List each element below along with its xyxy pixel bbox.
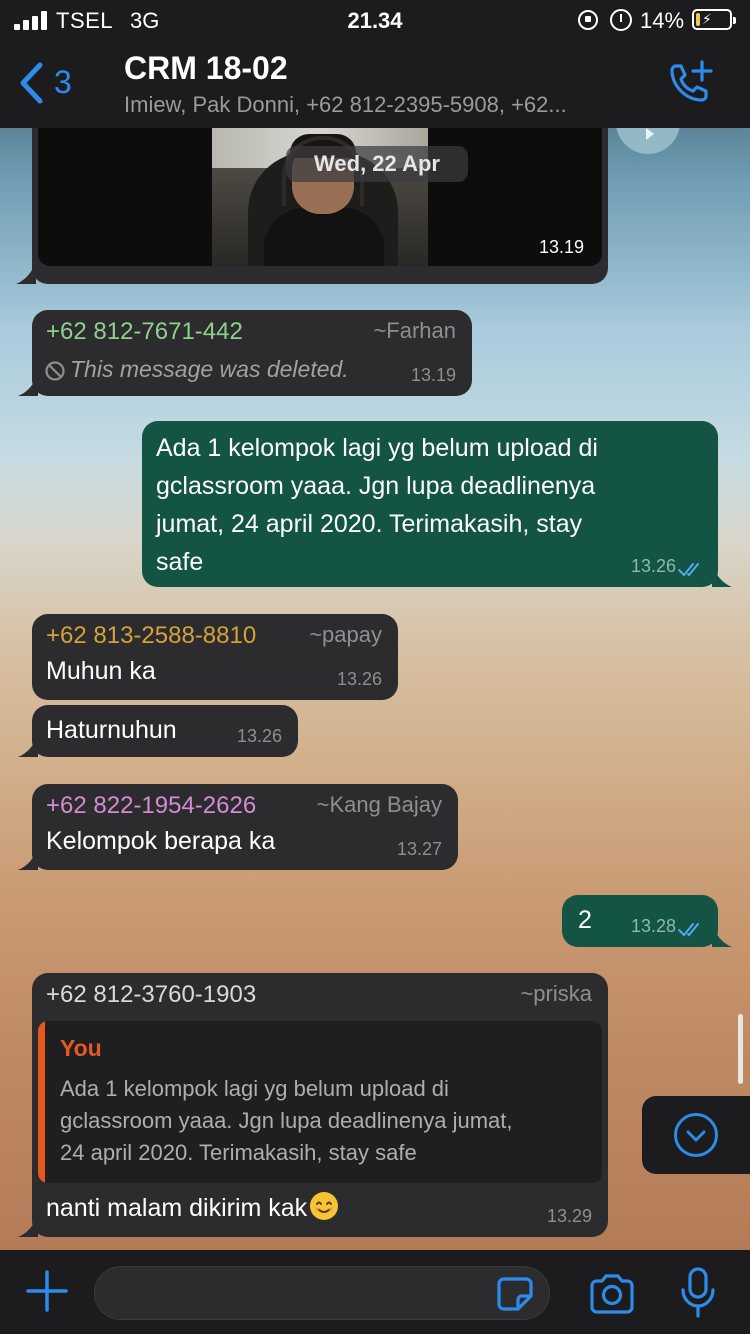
sender-number[interactable]: +62 822-1954-2626: [46, 792, 256, 820]
unread-count: 3: [54, 64, 72, 100]
quote-line: gclassroom yaaa. Jgn lupa deadlinenya ju…: [60, 1108, 513, 1133]
sender-alias: ~priska: [520, 981, 592, 1006]
quote-bar: [38, 1021, 45, 1183]
deleted-message[interactable]: +62 812-7671-442 ~Farhan This message wa…: [18, 310, 472, 396]
battery-level-fill: [696, 13, 701, 26]
sender-number[interactable]: +62 812-7671-442: [46, 318, 243, 346]
outgoing-message[interactable]: 2 13.28: [562, 895, 732, 947]
message-input[interactable]: [94, 1266, 550, 1320]
sticker-icon[interactable]: [496, 1276, 534, 1312]
message-time: 13.26: [336, 669, 382, 689]
message-time: 13.29: [546, 1206, 592, 1226]
sender-alias: ~Farhan: [373, 318, 456, 343]
message-time: 13.28: [630, 916, 676, 936]
bubble-tail: [712, 925, 732, 947]
camera-icon[interactable]: [588, 1272, 636, 1316]
message-text-content: nanti malam dikirim kak: [46, 1194, 308, 1222]
message-text: Muhun ka: [46, 657, 156, 685]
microphone-icon[interactable]: [678, 1266, 718, 1320]
sender-alias: ~papay: [309, 622, 382, 647]
scroll-to-bottom-button[interactable]: [642, 1096, 750, 1174]
add-call-icon[interactable]: [664, 60, 714, 108]
message-line: gclassroom yaaa. Jgn lupa deadlinenya: [156, 472, 596, 500]
message-text: nanti malam dikirim kak: [46, 1189, 339, 1227]
chevron-down-icon: [674, 1113, 718, 1157]
chat-title[interactable]: CRM 18-02: [124, 50, 288, 87]
plus-icon[interactable]: [24, 1268, 70, 1314]
sender-alias: ~Kang Bajay: [316, 792, 442, 817]
reply-message[interactable]: +62 812-3760-1903 ~priska You Ada 1 kelo…: [18, 973, 608, 1237]
compose-bar: [0, 1250, 750, 1334]
quoted-message[interactable]: You Ada 1 kelompok lagi yg belum upload …: [38, 1021, 602, 1183]
message-time: 13.26: [630, 556, 676, 576]
outgoing-message[interactable]: Ada 1 kelompok lagi yg belum upload di g…: [142, 421, 732, 587]
message-time: 13.19: [538, 237, 584, 257]
incoming-message[interactable]: +62 822-1954-2626 ~Kang Bajay Kelompok b…: [18, 784, 458, 870]
message-line: jumat, 24 april 2020. Terimakasih, stay: [156, 510, 583, 538]
alarm-icon: [610, 9, 632, 31]
message-list[interactable]: 13.19 Wed, 22 Apr +62 812-7671-442 ~Farh…: [0, 128, 750, 1250]
bubble-tail: [18, 848, 38, 870]
date-separator: Wed, 22 Apr: [286, 146, 468, 182]
incoming-message[interactable]: Haturnuhun 13.26: [18, 705, 298, 757]
status-bar: TSEL 3G 21.34 14% ⚡: [0, 0, 750, 40]
sender-number[interactable]: +62 812-3760-1903: [46, 981, 256, 1009]
deleted-text: This message was deleted.: [70, 356, 349, 382]
chat-participants[interactable]: Imiew, Pak Donni, +62 812-2395-5908, +62…: [124, 92, 654, 118]
quote-line: Ada 1 kelompok lagi yg belum upload di: [60, 1076, 449, 1101]
bubble-tail: [712, 565, 732, 587]
message-time: 13.27: [396, 839, 442, 859]
deleted-icon: [45, 361, 65, 381]
bubble-tail: [16, 262, 36, 284]
back-chevron-icon: [20, 62, 43, 104]
battery-percent: 14%: [640, 8, 685, 33]
chat-header: 3 CRM 18-02 Imiew, Pak Donni, +62 812-23…: [0, 40, 750, 128]
battery-icon: ⚡: [692, 9, 736, 30]
message-line: Ada 1 kelompok lagi yg belum upload di: [156, 434, 598, 462]
scrollbar[interactable]: [738, 1014, 743, 1084]
rotation-lock-icon: [578, 10, 598, 30]
incoming-message[interactable]: +62 813-2588-8810 ~papay Muhun ka 13.26: [32, 614, 398, 700]
message-time: 13.26: [236, 726, 282, 746]
message-line: safe: [156, 548, 204, 576]
message-text: Haturnuhun: [46, 716, 177, 744]
quote-author: You: [60, 1035, 102, 1061]
bubble-tail: [18, 735, 38, 757]
sender-number[interactable]: +62 813-2588-8810: [46, 622, 256, 650]
double-check-icon: [678, 563, 699, 577]
status-time: 21.34: [347, 8, 403, 33]
forward-button[interactable]: [616, 128, 680, 154]
message-text: Kelompok berapa ka: [46, 827, 276, 855]
forward-icon: [646, 128, 654, 140]
charging-bolt-icon: ⚡: [702, 11, 712, 27]
smiling-face-emoji: [310, 1192, 339, 1220]
message-text: 2: [578, 906, 592, 934]
double-check-icon: [678, 923, 699, 937]
message-time: 13.19: [410, 365, 456, 385]
back-button[interactable]: 3: [14, 58, 84, 108]
bubble-tail: [18, 374, 38, 396]
quote-text: Ada 1 kelompok lagi yg belum upload di g…: [60, 1073, 590, 1169]
bubble-tail: [18, 1215, 38, 1237]
quote-line: 24 april 2020. Terimakasih, stay safe: [60, 1140, 417, 1165]
